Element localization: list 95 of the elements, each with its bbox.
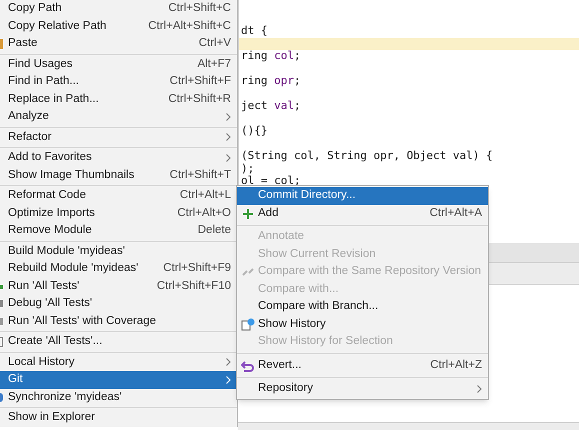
menu-item[interactable]: Replace in Path... Ctrl+Shift+R — [0, 90, 237, 108]
undo-icon — [241, 360, 255, 372]
menu-label: Replace in Path... — [8, 92, 100, 107]
shortcut-label: Ctrl+Shift+T — [170, 168, 231, 183]
chevron-right-icon — [226, 376, 231, 384]
menu-item[interactable]: Find in Path... Ctrl+Shift+F — [0, 73, 237, 90]
menu-item[interactable]: Show Image Thumbnails Ctrl+Shift+T — [0, 166, 237, 184]
menu-item[interactable]: Build Module 'myideas' — [0, 242, 237, 260]
menu-item[interactable]: Git — [0, 371, 237, 388]
code-line: ol = col; — [240, 175, 302, 188]
menu-item[interactable]: Add to Favorites — [0, 149, 237, 166]
menu-label: Revert... — [258, 358, 302, 373]
menu-item[interactable]: Refactor — [0, 128, 237, 146]
code-line: ring opr; — [240, 75, 302, 88]
chevron-right-icon — [226, 133, 231, 142]
menu-label: Show in Explorer — [8, 410, 96, 426]
arrows-icon — [242, 267, 254, 277]
menu-item[interactable]: Synchronize 'myideas' — [0, 388, 237, 406]
menu-item[interactable]: Create 'All Tests'... — [0, 333, 237, 350]
shortcut-label: Ctrl+Alt+L — [180, 188, 231, 204]
menu-label: Paste — [8, 36, 38, 52]
menu-label: Synchronize 'myideas' — [8, 390, 123, 405]
menu-item[interactable]: Find Usages Alt+F7 — [0, 56, 237, 73]
menu-label: Show Current Revision — [258, 246, 377, 262]
menu-label: Compare with Branch... — [258, 299, 380, 314]
menu-label: Compare with the Same Repository Version — [258, 264, 482, 280]
chevron-right-icon — [477, 384, 482, 393]
menu-item[interactable]: Repository — [237, 380, 488, 398]
menu-label: Local History — [8, 354, 76, 370]
shortcut-label: Ctrl+Shift+F10 — [156, 278, 231, 294]
menu-label: Show History for Selection — [258, 334, 394, 350]
menu-label: Run 'All Tests' with Coverage — [8, 314, 157, 329]
menu-label: Remove Module — [8, 223, 93, 238]
menu-item[interactable]: Add Ctrl+Alt+A — [237, 204, 488, 222]
shortcut-label: Ctrl+Alt+Shift+C — [148, 18, 231, 34]
menu-item[interactable]: Rebuild Module 'myideas' Ctrl+Shift+F9 — [0, 260, 237, 278]
menu-label: Rebuild Module 'myideas' — [8, 261, 140, 276]
menu-item[interactable]: Reformat Code Ctrl+Alt+L — [0, 187, 237, 204]
menu-label: Show History — [258, 316, 327, 332]
menu-item[interactable]: Optimize Imports Ctrl+Alt+O — [0, 204, 237, 222]
menu-label: Analyze — [8, 109, 50, 124]
shortcut-label: Alt+F7 — [197, 56, 231, 72]
code-line: (){} — [240, 125, 268, 138]
menu-label: Show Image Thumbnails — [8, 168, 136, 183]
shortcut-label: Ctrl+Shift+F — [170, 74, 231, 90]
menu-label: Build Module 'myideas' — [8, 244, 126, 259]
menu-item[interactable]: Debug 'All Tests' — [0, 295, 237, 312]
menu-label: Add — [258, 206, 280, 221]
menu-item[interactable]: Remove Module Delete — [0, 222, 237, 240]
menu-label: Copy Relative Path — [8, 18, 108, 34]
menu-item[interactable]: Show History — [237, 316, 488, 333]
chevron-right-icon — [226, 358, 231, 366]
menu-label: Optimize Imports — [8, 206, 96, 221]
menu-item[interactable]: Revert... Ctrl+Alt+Z — [237, 356, 488, 374]
menu-label: Copy Path — [8, 1, 63, 16]
shortcut-label: Delete — [198, 223, 231, 238]
menu-label: Refactor — [8, 130, 52, 145]
code-line: (String col, String opr, Object val) { — [240, 150, 494, 162]
menu-label: Compare with... — [258, 282, 340, 297]
menu-label: Find in Path... — [8, 74, 80, 90]
menu-item[interactable]: Compare with Branch... — [237, 298, 488, 316]
shortcut-label: Ctrl+Alt+O — [177, 206, 231, 221]
code-line: ject val; — [240, 100, 302, 112]
menu-item[interactable]: Local History — [0, 354, 237, 371]
menu-label: Debug 'All Tests' — [8, 296, 94, 312]
code-line: ); — [240, 162, 256, 175]
shortcut-label: Ctrl+Shift+F9 — [163, 261, 231, 276]
chevron-right-icon — [226, 112, 231, 121]
shortcut-label: Ctrl+Alt+Z — [430, 358, 482, 373]
menu-item[interactable]: Paste Ctrl+V — [0, 35, 237, 52]
menu-label: Reformat Code — [8, 188, 87, 204]
code-line: dt { — [240, 25, 268, 38]
menu-item[interactable]: Show in Explorer — [0, 409, 237, 426]
chevron-right-icon — [226, 154, 231, 162]
shortcut-label: Ctrl+Shift+C — [168, 1, 231, 16]
menu-item[interactable]: Run 'All Tests' Ctrl+Shift+F10 — [0, 278, 237, 295]
menu-item[interactable]: Run 'All Tests' with Coverage — [0, 312, 237, 330]
shortcut-label: Ctrl+V — [198, 36, 231, 52]
history-icon — [241, 318, 255, 332]
plus-icon — [242, 208, 254, 220]
menu-label: Annotate — [258, 229, 306, 244]
menu-label: Find Usages — [8, 56, 74, 72]
menu-item[interactable]: Commit Directory... — [237, 187, 488, 204]
menu-label: Create 'All Tests'... — [8, 334, 104, 350]
menu-item[interactable]: Analyze — [0, 108, 237, 126]
menu-label: Git — [8, 372, 24, 388]
menu-item[interactable]: Copy Path Ctrl+Shift+C — [0, 0, 237, 18]
menu-label: Add to Favorites — [8, 150, 93, 166]
shortcut-label: Ctrl+Shift+R — [168, 92, 231, 107]
menu-item[interactable]: Copy Relative Path Ctrl+Alt+Shift+C — [0, 18, 237, 35]
menu-label: Repository — [258, 381, 314, 396]
code-line: ring col; — [240, 50, 302, 62]
menu-label: Commit Directory... — [258, 188, 357, 204]
shortcut-label: Ctrl+Alt+A — [430, 206, 482, 221]
menu-label: Run 'All Tests' — [8, 278, 80, 294]
